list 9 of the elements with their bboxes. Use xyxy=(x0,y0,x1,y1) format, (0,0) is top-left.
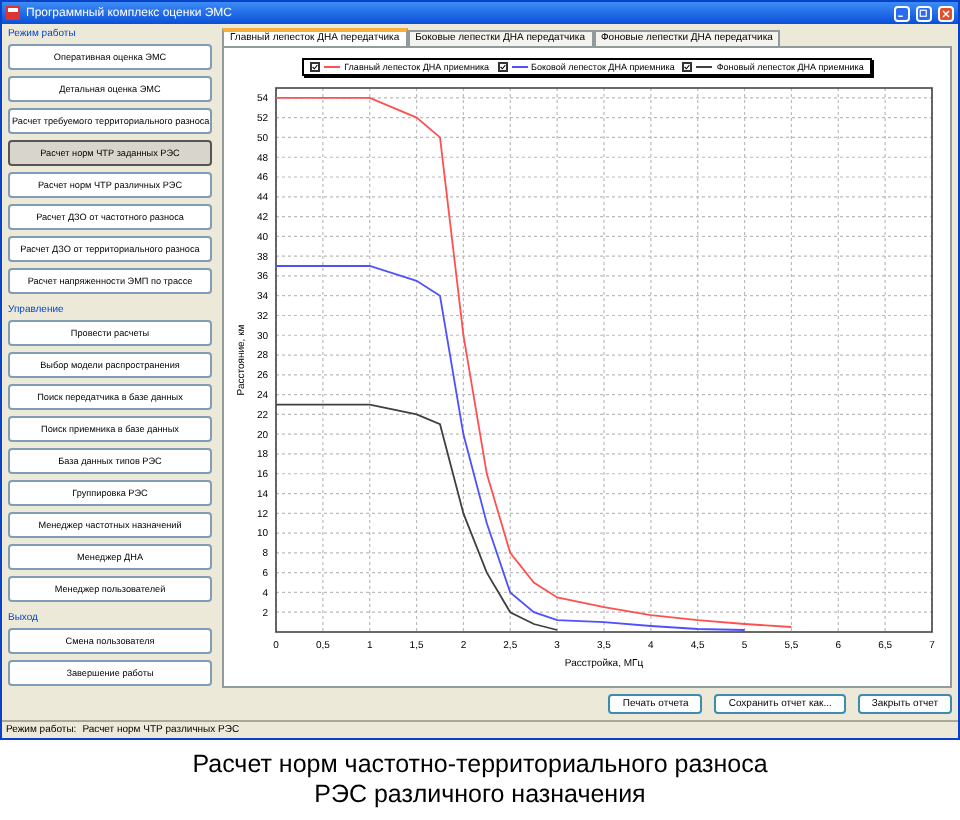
close-icon[interactable] xyxy=(938,5,954,21)
app-icon xyxy=(6,6,20,20)
legend-checkbox[interactable] xyxy=(682,62,693,72)
legend-checkbox[interactable] xyxy=(310,62,321,72)
maximize-icon[interactable] xyxy=(916,5,932,21)
caption-line: Расчет норм частотно-территориального разноса xyxy=(192,750,768,780)
minimize-icon[interactable] xyxy=(894,5,910,21)
legend-checkbox[interactable] xyxy=(497,62,508,72)
caption-line: РЭС различного назначения xyxy=(314,780,646,810)
